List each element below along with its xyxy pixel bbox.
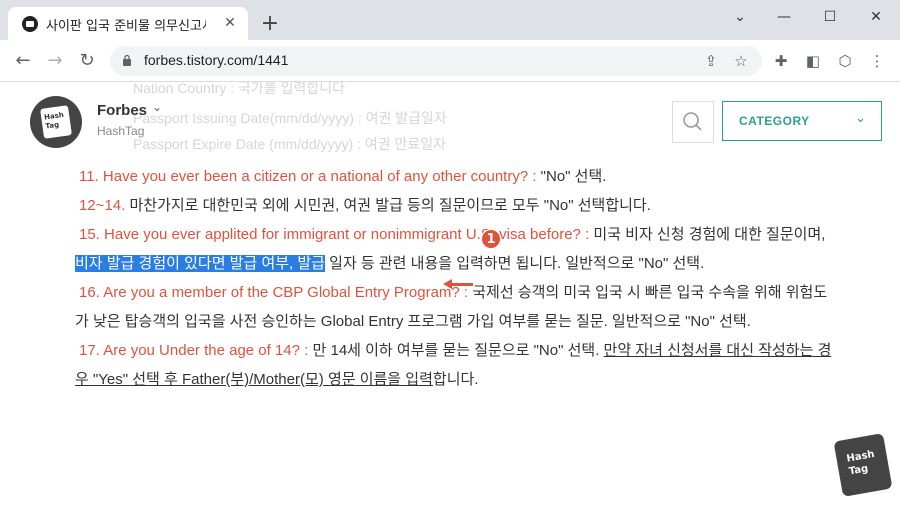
category-dropdown[interactable]: CATEGORY ⌄ [722,101,882,141]
page-content: Nation Country : 국가를 입력합니다 Passport Issu… [0,82,900,505]
question-text: 17. Are you Under the age of 14? : [79,342,309,359]
answer-text: 미국 비자 신청 경험에 대한 질문이며, [589,226,826,243]
answer-text: 만 14세 이하 여부를 묻는 질문으로 "No" 선택. [308,342,604,359]
back-button[interactable]: ← [10,48,36,74]
new-tab-button[interactable]: + [258,13,282,37]
paragraph-q11: 11. Have you ever been a citizen or a na… [75,162,835,191]
address-bar[interactable]: forbes.tistory.com/1441 ⇪ ☆ [110,46,762,76]
favicon-icon [22,16,38,32]
site-name[interactable]: Forbes [97,102,147,119]
tab-title: 사이판 입국 준비물 의무신고서( [46,19,206,34]
highlighted-text[interactable]: 비자 발급 경험이 있다면 발급 여부, 발급 [75,255,325,272]
corner-hashtag-logo[interactable]: Hash Tag [833,433,893,497]
search-icon [683,112,702,131]
paragraph-q15: 15. Have you ever applited for immigrant… [75,220,835,278]
extensions-icon[interactable]: ✚ [770,50,792,72]
site-subtitle: HashTag [97,124,145,138]
corner-logo-text: Hash Tag [845,448,876,478]
url-text[interactable]: forbes.tistory.com/1441 [144,52,288,68]
answer-text: 일자 등 관련 내용을 입력하면 됩니다. 일반적으로 "No" 선택. [324,255,705,272]
maximize-button[interactable]: ☐ [816,6,844,28]
paragraph-q12-14: 12~14. 마찬가지로 대한민국 외에 시민권, 여권 발급 등의 질문이므로… [75,191,835,220]
annotation-arrow-icon [443,279,473,289]
browser-tab[interactable]: 사이판 입국 준비물 의무신고서( ✕ [8,7,248,40]
answer-text: "No" 선택. [536,168,607,185]
tab-strip: 사이판 입국 준비물 의무신고서( ✕ + ⌄ — ☐ ✕ [0,0,900,40]
answer-text: 합니다. [432,371,479,388]
question-text: 15. Have you ever applited for immigrant… [79,226,590,243]
site-logo[interactable]: Hash Tag [30,96,82,148]
extension-cube-icon[interactable]: ⬡ [834,50,856,72]
bookmark-star-icon[interactable]: ☆ [730,50,752,72]
article-body: 11. Have you ever been a citizen or a na… [75,162,835,394]
forward-button[interactable]: → [42,48,68,74]
tab-search-icon[interactable]: ⌄ [726,6,754,28]
search-button[interactable] [672,101,714,143]
answer-text: 마찬가지로 대한민국 외에 시민권, 여권 발급 등의 질문이므로 모두 "No… [125,197,651,214]
annotation-badge: 1 [481,229,501,249]
category-label: CATEGORY [739,114,810,128]
side-panel-icon[interactable]: ◧ [802,50,824,72]
logo-text: Hash Tag [43,110,65,131]
menu-kebab-icon[interactable]: ⋮ [866,50,888,72]
reload-button[interactable]: ↻ [74,48,100,74]
question-text: 11. Have you ever been a citizen or a na… [79,168,537,185]
question-text: 12~14. [79,197,126,214]
question-text: 16. Are you a member of the CBP Global E… [79,284,469,301]
paragraph-q17: 17. Are you Under the age of 14? : 만 14세… [75,336,835,394]
minimize-button[interactable]: — [770,6,798,28]
chevron-down-icon: ⌄ [855,111,866,126]
browser-toolbar: ← → ↻ forbes.tistory.com/1441 ⇪ ☆ ✚ ◧ ⬡ … [0,40,900,82]
tab-close-icon[interactable]: ✕ [220,13,240,33]
site-header: Hash Tag Forbes ⌄ HashTag CATEGORY ⌄ [0,82,900,160]
share-icon[interactable]: ⇪ [700,50,722,72]
chevron-down-icon[interactable]: ⌄ [152,100,162,114]
close-window-button[interactable]: ✕ [862,6,890,28]
lock-icon [123,54,131,66]
